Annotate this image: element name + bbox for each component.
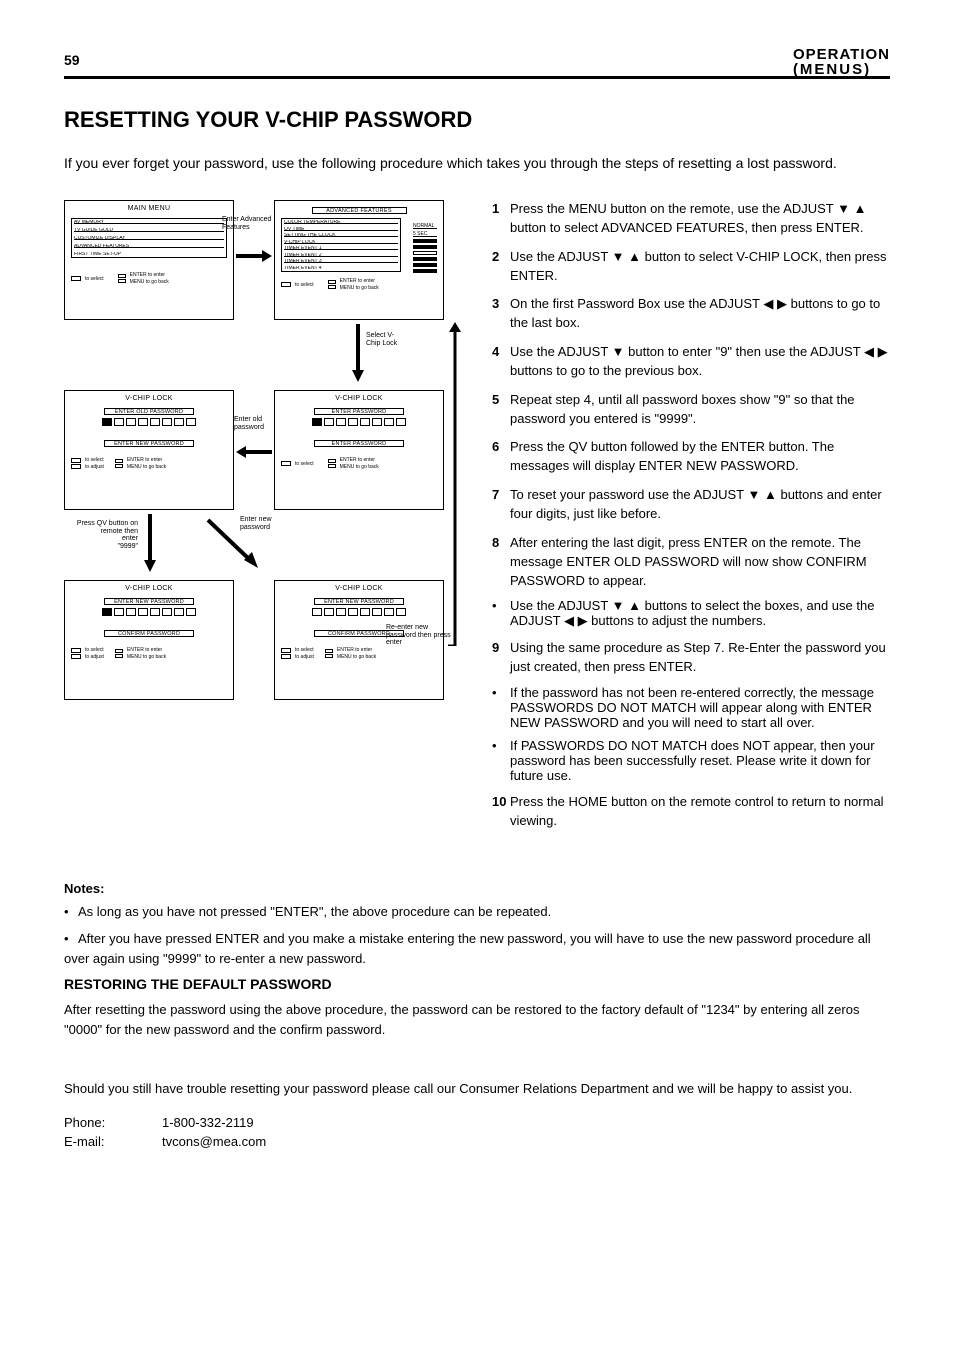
osd-enter-password: V-CHIP LOCK ENTER PASSWORD ENTER PASSWOR… <box>274 390 444 510</box>
nav-updown-icon <box>71 458 81 463</box>
osd-main-title: MAIN MENU <box>71 205 227 212</box>
contact-intro: Should you still have trouble resetting … <box>64 1079 890 1099</box>
arrow-left-icon: Enter old password <box>236 444 272 460</box>
triangle-up-icon: ▲ <box>854 200 867 219</box>
nav-updown-icon <box>281 461 291 466</box>
arrow-down-icon: Press QV button on remote then enter "99… <box>142 514 158 572</box>
bullet-icon: • <box>492 685 510 730</box>
triangle-right-icon: ▶ <box>878 343 888 362</box>
notes-para2: •After you have pressed ENTER and you ma… <box>64 929 890 968</box>
arrow-diagonal-icon: Enter new password <box>204 516 264 572</box>
diagram: MAIN MENU AV MEMORY TV GUIDE GOLD CUSTOM… <box>64 200 464 841</box>
restore-para: After resetting the password using the a… <box>64 1000 890 1039</box>
page-header: OPERATION (MENUS) <box>793 46 890 78</box>
bullet-icon: • <box>492 738 510 783</box>
triangle-left-icon: ◀ <box>564 613 574 629</box>
triangle-right-icon: ▶ <box>578 613 588 629</box>
steps-list: 1Press the MENU button on the remote, us… <box>492 200 890 841</box>
email-label: E-mail: <box>64 1132 154 1152</box>
triangle-left-icon: ◀ <box>864 343 874 362</box>
nav-updown-icon <box>281 282 291 287</box>
osd-enter-new-password: V-CHIP LOCK ENTER NEW PASSWORD CONFIRM P… <box>64 580 234 700</box>
header-line2: (MENUS) <box>793 61 890 78</box>
triangle-left-icon: ◀ <box>763 295 773 314</box>
triangle-down-icon: ▼ <box>837 200 850 219</box>
email-address: tvcons@mea.com <box>162 1132 266 1152</box>
bullet-icon: • <box>492 598 510 629</box>
phone-label: Phone: <box>64 1113 154 1133</box>
nav-updown-icon <box>71 276 81 281</box>
osd-enter-old-password: V-CHIP LOCK ENTER OLD PASSWORD ENTER NEW… <box>64 390 234 510</box>
section-title: RESETTING YOUR V-CHIP PASSWORD <box>64 107 890 133</box>
restore-heading: RESTORING THE DEFAULT PASSWORD <box>64 976 890 992</box>
arrow-right-icon: Enter Advanced Features <box>236 248 272 264</box>
osd-advanced: ADVANCED FEATURES COLOR TEMPERATURE QV T… <box>274 200 444 320</box>
triangle-up-icon: ▲ <box>764 486 777 505</box>
notes-para1: •As long as you have not pressed "ENTER"… <box>64 902 890 922</box>
nav-leftright-icon <box>71 464 81 469</box>
page-number: 59 <box>64 52 80 68</box>
arrow-up-icon: Re-enter new password then press enter <box>448 322 462 646</box>
osd-main-menu: MAIN MENU AV MEMORY TV GUIDE GOLD CUSTOM… <box>64 200 234 320</box>
triangle-up-icon: ▲ <box>628 248 641 267</box>
notes-heading: Notes: <box>64 881 890 896</box>
arrow-down-icon: Select V-Chip Lock <box>350 324 366 382</box>
header-rule <box>64 76 890 79</box>
triangle-down-icon: ▼ <box>612 343 625 362</box>
triangle-down-icon: ▼ <box>612 598 625 613</box>
triangle-down-icon: ▼ <box>612 248 625 267</box>
section-desc: If you ever forget your password, use th… <box>64 153 890 174</box>
phone-number: 1-800-332-2119 <box>162 1113 254 1133</box>
triangle-up-icon: ▲ <box>628 598 641 613</box>
osd-vchip-title: V-CHIP LOCK <box>281 395 437 402</box>
triangle-down-icon: ▼ <box>747 486 760 505</box>
triangle-right-icon: ▶ <box>777 295 787 314</box>
osd-adv-title: ADVANCED FEATURES <box>312 207 407 214</box>
contact-block: Should you still have trouble resetting … <box>64 1079 890 1152</box>
